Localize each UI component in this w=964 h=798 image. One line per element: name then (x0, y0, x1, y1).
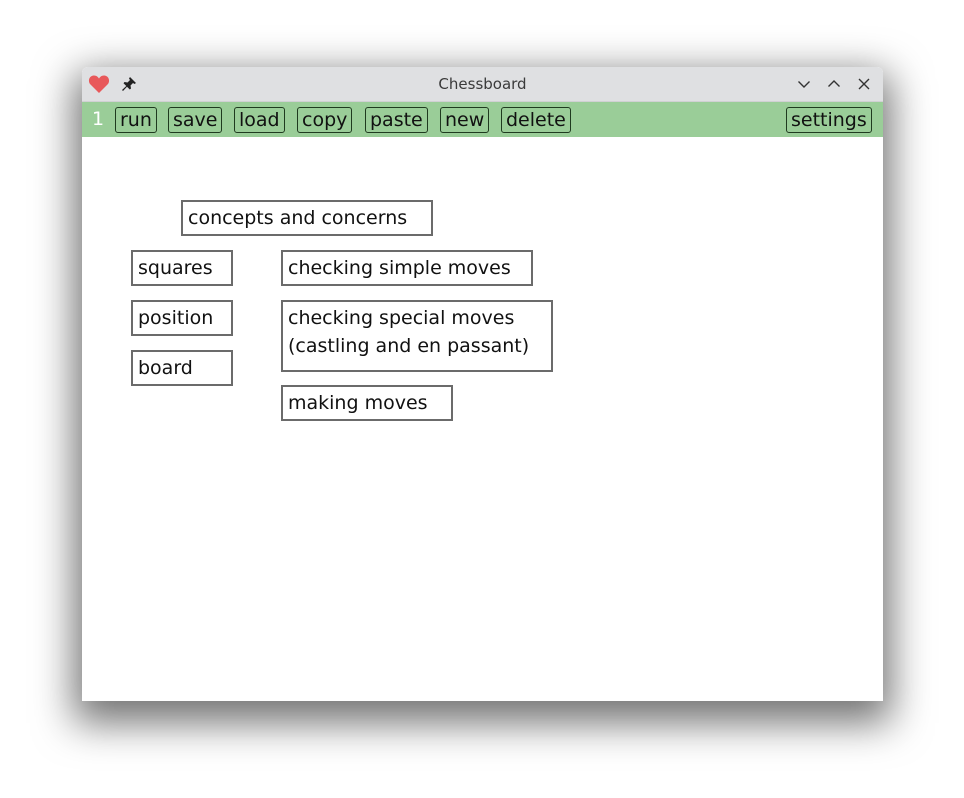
load-button[interactable]: load (234, 107, 285, 133)
node-label-line-1: checking special moves (288, 307, 515, 329)
node-squares[interactable]: squares (131, 250, 233, 286)
maximize-icon[interactable] (823, 67, 845, 101)
node-position[interactable]: position (131, 300, 233, 336)
node-concepts-and-concerns[interactable]: concepts and concerns (181, 200, 433, 236)
new-button[interactable]: new (440, 107, 490, 133)
node-label-line-2: (castling and en passant) (288, 335, 530, 357)
run-button[interactable]: run (115, 107, 157, 133)
app-window: Chessboard 1 run save load copy paste ne… (82, 67, 883, 701)
settings-button[interactable]: settings (786, 107, 872, 133)
copy-button[interactable]: copy (297, 107, 353, 133)
node-checking-simple-moves[interactable]: checking simple moves (281, 250, 533, 286)
delete-button[interactable]: delete (501, 107, 571, 133)
node-making-moves[interactable]: making moves (281, 385, 453, 421)
toolbar: 1 run save load copy paste new delete se… (82, 102, 883, 137)
node-board[interactable]: board (131, 350, 233, 386)
tab-number[interactable]: 1 (92, 102, 104, 137)
canvas[interactable]: concepts and concerns squares position b… (82, 137, 883, 701)
window-title: Chessboard (438, 75, 527, 93)
save-button[interactable]: save (168, 107, 223, 133)
close-icon[interactable] (853, 67, 875, 101)
minimize-icon[interactable] (793, 67, 815, 101)
node-checking-special-moves[interactable]: checking special moves (castling and en … (281, 300, 553, 372)
title-bar[interactable]: Chessboard (82, 67, 883, 102)
paste-button[interactable]: paste (365, 107, 428, 133)
